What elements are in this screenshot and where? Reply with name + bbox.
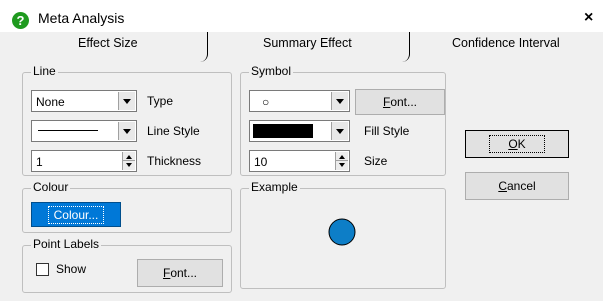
ok-focus-rect: OK [489,135,545,153]
symbol-value: ○ [262,95,270,109]
font-label: ont... [390,95,418,109]
tab-confidence-interval[interactable]: Confidence Interval [452,36,560,50]
cancel-label: ancel [506,179,536,193]
fill-swatch [253,124,313,138]
symbol-group-title: Symbol [249,64,294,78]
solid-line-swatch [38,130,98,131]
example-group-title: Example [249,180,300,194]
tab-separator [402,32,410,62]
line-type-value: None [36,95,65,109]
chevron-down-icon[interactable] [118,122,135,140]
ok-button[interactable]: OK [465,130,569,158]
colour-group-title: Colour [31,180,71,194]
point-labels-group-title: Point Labels [31,237,102,251]
font-label: ont... [170,266,198,280]
font-mnemonic: F [382,95,391,109]
colour-button[interactable]: Colour... [31,202,121,227]
thickness-spinner[interactable]: 1 [31,150,137,172]
example-symbol-preview [328,218,356,246]
ok-label: K [517,137,526,151]
symbol-select[interactable]: ○ [249,90,350,112]
thickness-value: 1 [36,155,43,169]
line-style-select[interactable] [31,120,137,142]
colour-button-label: Colour... [47,205,105,224]
tab-effect-size[interactable]: Effect Size [78,36,138,50]
window-title: Meta Analysis [38,10,125,26]
help-question-icon: ? [12,12,29,29]
spin-down-icon[interactable] [339,163,345,167]
point-labels-font-button[interactable]: Font... [137,259,223,287]
fill-style-select[interactable] [249,120,350,142]
size-label: Size [364,154,388,168]
line-group-title: Line [31,64,58,78]
symbol-font-button[interactable]: Font... [355,89,445,115]
thickness-label: Thickness [147,154,202,168]
example-circle-icon [328,218,356,246]
size-value: 10 [254,155,268,169]
font-mnemonic: F [162,266,171,280]
line-type-label: Type [147,94,174,108]
fill-style-label: Fill Style [364,124,410,138]
cancel-button[interactable]: Cancel [465,172,569,200]
spin-down-icon[interactable] [126,163,132,167]
show-labels-checkbox[interactable] [36,263,49,276]
show-labels-label: Show [56,262,87,276]
spin-buttons[interactable] [335,152,348,170]
chevron-down-icon[interactable] [331,122,348,140]
chevron-down-icon[interactable] [118,92,135,110]
close-icon[interactable]: × [584,9,593,27]
ok-mnemonic: O [508,137,518,151]
cancel-mnemonic: C [498,179,507,193]
spin-buttons[interactable] [122,152,135,170]
chevron-down-icon[interactable] [331,92,348,110]
line-style-label: Line Style [147,124,200,138]
size-spinner[interactable]: 10 [249,150,350,172]
tab-separator [200,32,208,62]
tab-summary-effect[interactable]: Summary Effect [263,36,352,50]
spin-up-icon[interactable] [339,155,345,159]
line-type-select[interactable]: None [31,90,137,112]
spin-up-icon[interactable] [126,155,132,159]
